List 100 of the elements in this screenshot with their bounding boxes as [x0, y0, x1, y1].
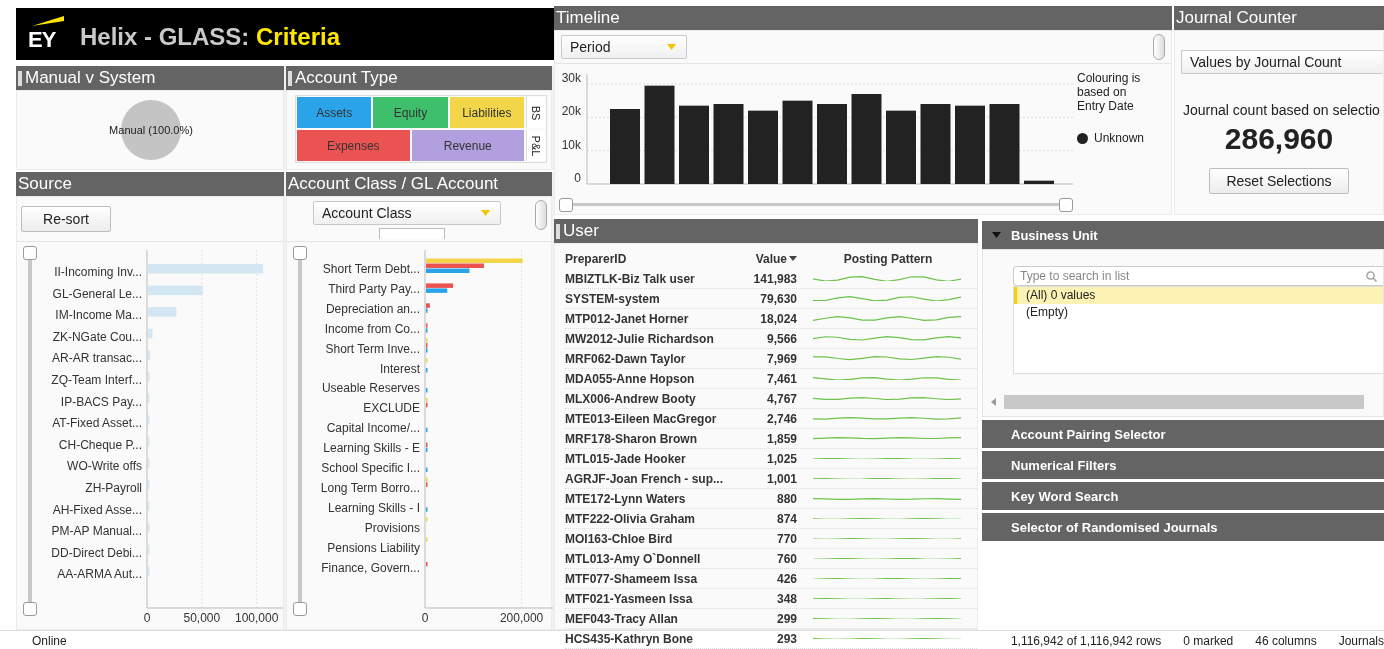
axis-label[interactable]: GL-General Le...: [52, 286, 142, 301]
axis-label[interactable]: Provisions: [364, 520, 420, 535]
tick-label: 200,000: [499, 611, 544, 624]
tick-label: 30k: [561, 71, 581, 85]
axis-label[interactable]: Long Term Borro...: [320, 480, 420, 495]
axis-label[interactable]: Capital Income/...: [326, 421, 420, 436]
table-cell-text: 293: [775, 631, 797, 646]
axis-label[interactable]: AT-Fixed Asset...: [52, 416, 142, 431]
axis-label[interactable]: Depreciation an...: [325, 301, 420, 316]
axis-label[interactable]: II-Incoming Inv...: [54, 265, 142, 279]
table-cell-text: 874: [775, 511, 797, 526]
axis-label[interactable]: ZQ-Team Interf...: [51, 373, 142, 387]
bar[interactable]: [782, 100, 813, 184]
slice-label: Manual (100.0%): [109, 124, 193, 136]
chart-scrollbar[interactable]: [559, 198, 1073, 212]
bar[interactable]: [851, 94, 882, 184]
scroll-thumb[interactable]: [1004, 395, 1364, 409]
table-cell-text: MTF077-Shameem Issa: [565, 571, 699, 586]
axis-label[interactable]: ZK-NGate Cou...: [52, 329, 142, 344]
bar[interactable]: [920, 104, 951, 184]
table-cell-text: MOI163-Chloe Bird: [565, 531, 674, 546]
category-tile[interactable]: Revenue: [411, 130, 524, 161]
axis-label[interactable]: IM-Income Ma...: [55, 308, 142, 323]
bar[interactable]: [989, 104, 1020, 184]
axis-label[interactable]: ZH-Payroll: [85, 481, 142, 495]
axis-label[interactable]: Short Term Debt...: [322, 262, 420, 276]
re-sort-button[interactable]: Re-sort: [21, 206, 111, 232]
bar[interactable]: [1024, 180, 1054, 184]
search-field[interactable]: Type to search in list: [1013, 266, 1383, 286]
scroll-handle[interactable]: [1153, 34, 1165, 60]
dropdown[interactable]: Values by Journal Count: [1181, 50, 1383, 74]
table-cell-text: MTE172-Lynn Waters: [565, 491, 687, 506]
slider-handle[interactable]: [23, 246, 37, 260]
status-text: 1,116,942 of 1,116,942 rows: [1010, 633, 1162, 648]
category-tile[interactable]: Expenses: [297, 130, 410, 161]
slider-handle[interactable]: [23, 602, 37, 616]
axis-label[interactable]: Pensions Liability: [327, 540, 420, 555]
table-cell-text: MTP012-Janet Horner: [565, 311, 690, 326]
axis-label[interactable]: WO-Write offs: [67, 459, 142, 474]
search-icon: [1366, 271, 1377, 282]
table-cell-text: 7,969: [765, 351, 797, 366]
axis-label[interactable]: DD-Direct Debi...: [51, 545, 142, 560]
axis-label[interactable]: Third Party Pay...: [328, 281, 420, 296]
axis-label[interactable]: Finance, Govern...: [321, 560, 420, 575]
header-marker-icon: [288, 70, 292, 86]
header-marker-icon: [18, 70, 22, 86]
table-cell-text: MTE013-Eileen MacGregor: [565, 411, 718, 426]
section-header[interactable]: Business Unit: [982, 221, 1384, 249]
table-cell-text: MBIZTLK-Biz Talk user: [565, 271, 696, 286]
table-cell-text: MLX006-Andrew Booty: [565, 391, 697, 406]
panel-title: User: [563, 221, 599, 241]
category-tile[interactable]: Assets: [297, 97, 372, 128]
slider-handle[interactable]: [559, 198, 573, 212]
bar[interactable]: [426, 283, 454, 288]
axis-label[interactable]: Learning Skills - I: [327, 500, 420, 515]
table-cell-text: SYSTEM-system: [565, 291, 661, 306]
bar[interactable]: [713, 104, 744, 184]
section-header[interactable]: Numerical Filters: [982, 451, 1384, 479]
column-header[interactable]: PreparerID: [565, 251, 737, 266]
field-outline[interactable]: [379, 228, 445, 239]
slider-handle[interactable]: [293, 246, 307, 260]
column-header[interactable]: Posting Pattern: [813, 251, 963, 266]
slider-handle[interactable]: [1059, 198, 1073, 212]
axis-label[interactable]: Interest: [379, 361, 420, 376]
table-cell-text: MRF178-Sharon Brown: [565, 431, 698, 446]
section-header[interactable]: Selector of Randomised Journals: [982, 513, 1384, 541]
bar[interactable]: [644, 85, 675, 184]
axis-label[interactable]: Learning Skills - E: [323, 441, 420, 456]
axis-label[interactable]: EXCLUDE: [363, 401, 420, 416]
slider-handle[interactable]: [293, 602, 307, 616]
list-item[interactable]: (Empty): [1014, 304, 1383, 321]
dropdown[interactable]: Account Class: [313, 201, 501, 225]
axis-label[interactable]: Short Term Inve...: [325, 341, 420, 356]
axis-label[interactable]: CH-Cheque P...: [58, 437, 142, 452]
table-cell-text: MTF222-Olivia Graham: [565, 511, 697, 526]
table-cell-text: 426: [775, 571, 797, 586]
axis-label[interactable]: AH-Fixed Asse...: [52, 502, 142, 517]
table-cell-text: MEF043-Tracy Allan: [565, 611, 679, 626]
axis-label[interactable]: AA-ARMA Aut...: [57, 567, 142, 582]
scroll-handle[interactable]: [535, 200, 547, 230]
table-cell-text: 348: [775, 591, 797, 606]
section-header[interactable]: Key Word Search: [982, 482, 1384, 510]
axis-label[interactable]: PM-AP Manual...: [51, 524, 142, 539]
axis-label[interactable]: Useable Reserves: [321, 381, 420, 396]
axis-label[interactable]: Income from Co...: [324, 321, 420, 336]
axis-label[interactable]: AR-AR transac...: [51, 351, 142, 366]
axis-label[interactable]: IP-BACS Pay...: [60, 394, 142, 409]
category-tile[interactable]: Equity: [373, 97, 448, 128]
reset-selections-button[interactable]: Reset Selections: [1209, 168, 1349, 194]
logo-text: EY: [28, 28, 56, 52]
tick-label: 10k: [561, 137, 581, 152]
table-cell-text: 2,746: [765, 411, 797, 426]
column-header[interactable]: Value: [737, 251, 797, 266]
section-header[interactable]: Account Pairing Selector: [982, 420, 1384, 448]
left-arrow-icon[interactable]: [991, 398, 996, 406]
list-item[interactable]: (All) 0 values: [1014, 287, 1383, 304]
dropdown[interactable]: Period: [561, 35, 687, 59]
category-tile[interactable]: Liabilities: [449, 97, 524, 128]
axis-label[interactable]: School Specific I...: [321, 461, 420, 475]
journal-count: 286,960: [1223, 122, 1335, 156]
